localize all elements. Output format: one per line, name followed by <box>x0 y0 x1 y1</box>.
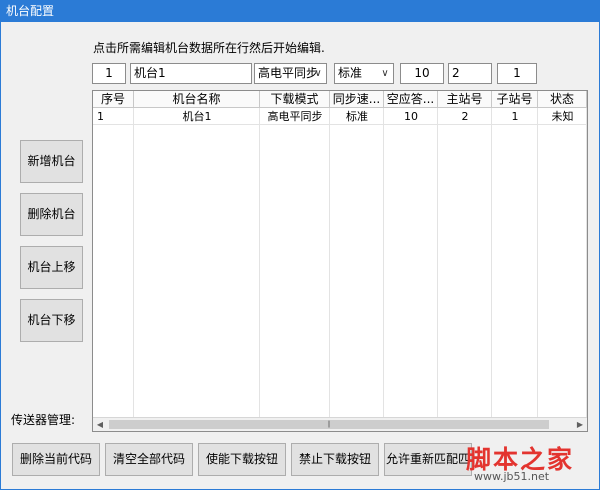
table-column <box>260 91 330 417</box>
table-cell-idle-timeout: 10 <box>384 108 438 125</box>
enable-download-button[interactable]: 使能下载按钮 <box>198 443 286 476</box>
column-header-index[interactable]: 序号 <box>93 91 134 108</box>
add-machine-button[interactable]: 新增机台 <box>20 140 83 183</box>
table-cell-download-mode: 高电平同步 <box>260 108 330 125</box>
machine-name-field[interactable]: 机台1 <box>130 63 252 84</box>
table-column <box>384 91 438 417</box>
sync-speed-select[interactable]: 标准 ∨ <box>334 63 394 84</box>
download-mode-select[interactable]: 高电平同步 ∨ <box>254 63 327 84</box>
idle-timeout-field[interactable]: 10 <box>400 63 444 84</box>
table-cell-sync-speed: 标准 <box>330 108 384 125</box>
master-station-field[interactable]: 2 <box>448 63 492 84</box>
column-header-master-station[interactable]: 主站号 <box>438 91 492 108</box>
table-cell-sub-station: 1 <box>492 108 538 125</box>
sub-station-field[interactable]: 1 <box>497 63 537 84</box>
window-title: 机台配置 <box>6 4 55 18</box>
table-column <box>538 91 587 417</box>
column-header-status[interactable]: 状态 <box>538 91 587 108</box>
machine-table[interactable]: 序号 机台名称 下载模式 同步速... 空应答... 主站号 子站号 状态 1 … <box>92 90 588 432</box>
instruction-text: 点击所需编辑机台数据所在行然后开始编辑. <box>93 41 325 55</box>
window-titlebar: 机台配置 <box>0 0 600 22</box>
scroll-left-icon[interactable]: ◀ <box>93 418 107 431</box>
column-header-sync-speed[interactable]: 同步速... <box>330 91 384 108</box>
delete-machine-button[interactable]: 删除机台 <box>20 193 83 236</box>
table-cell-status: 未知 <box>538 108 587 125</box>
scroll-right-icon[interactable]: ▶ <box>573 418 587 431</box>
delete-current-code-button[interactable]: 删除当前代码 <box>12 443 100 476</box>
table-column <box>134 91 260 417</box>
table-column <box>93 91 134 417</box>
sync-speed-value: 标准 <box>338 66 363 80</box>
index-field[interactable]: 1 <box>92 63 126 84</box>
download-mode-value: 高电平同步 <box>258 66 319 80</box>
table-cell-index: 1 <box>93 108 134 125</box>
table-cell-master-station: 2 <box>438 108 492 125</box>
site-watermark: 脚本之家 www.jb51.net <box>452 440 592 486</box>
disable-download-button[interactable]: 禁止下载按钮 <box>291 443 379 476</box>
column-header-idle-timeout[interactable]: 空应答... <box>384 91 438 108</box>
table-column <box>438 91 492 417</box>
move-machine-down-button[interactable]: 机台下移 <box>20 299 83 342</box>
transmitter-management-label: 传送器管理: <box>11 413 76 427</box>
table-cell-name: 机台1 <box>134 108 260 125</box>
column-header-download-mode[interactable]: 下载模式 <box>260 91 330 108</box>
column-header-name[interactable]: 机台名称 <box>134 91 260 108</box>
table-column <box>492 91 538 417</box>
column-header-sub-station[interactable]: 子站号 <box>492 91 538 108</box>
watermark-url: www.jb51.net <box>474 470 550 483</box>
table-column <box>330 91 384 417</box>
clear-all-codes-button[interactable]: 清空全部代码 <box>105 443 193 476</box>
scrollbar-thumb[interactable]: ∥ <box>109 420 549 429</box>
move-machine-up-button[interactable]: 机台上移 <box>20 246 83 289</box>
chevron-down-icon: ∨ <box>314 68 322 79</box>
chevron-down-icon: ∨ <box>381 68 389 79</box>
horizontal-scrollbar[interactable]: ◀ ∥ ▶ <box>93 417 587 431</box>
